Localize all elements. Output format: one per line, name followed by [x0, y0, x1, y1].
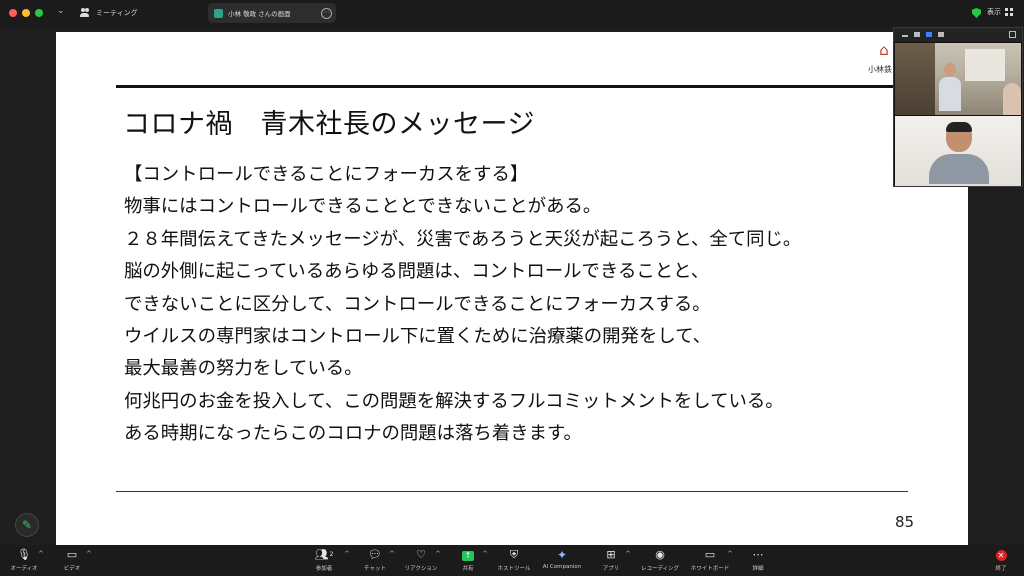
more-label: 詳細	[752, 566, 764, 572]
participants-label: 参加者	[315, 566, 333, 572]
chat-options-caret[interactable]: ^	[389, 550, 395, 558]
whiteboard-options-caret[interactable]: ^	[727, 550, 733, 558]
title-rule	[116, 85, 968, 88]
slide-line: 最大最善の努力をしている。	[124, 358, 363, 380]
logo-text: 小林鉄	[868, 65, 892, 74]
more-dots-icon: ⋯	[752, 548, 764, 561]
reactions-label: リアクション	[404, 566, 438, 572]
audio-label: オーディオ	[10, 566, 38, 572]
expand-panel-icon[interactable]	[1009, 31, 1016, 38]
audio-options-caret[interactable]: ^	[38, 550, 44, 558]
video-options-caret[interactable]: ^	[86, 550, 92, 558]
encryption-shield-icon[interactable]	[972, 8, 981, 18]
close-window-button[interactable]	[9, 9, 17, 17]
slide-body: 【コントロールできることにフォーカスをする】 物事にはコントロールできることとで…	[124, 159, 801, 451]
participant-video-tile[interactable]	[895, 116, 1021, 186]
share-arrow-icon: ↑	[462, 551, 474, 561]
participant-avatar	[939, 63, 961, 113]
more-button[interactable]: ⋯ 詳細	[736, 548, 780, 572]
meeting-toolbar: 🎙︎ オーディオ ^ ▭ ビデオ ^ 👥︎2 参加者 ^ 💬︎ チャット ^ ♡…	[0, 545, 1024, 576]
video-label: ビデオ	[63, 566, 81, 572]
more-options-icon[interactable]: ⋯	[321, 8, 332, 19]
view-label: 表示	[987, 8, 1001, 16]
slide-title: コロナ禍 青木社長のメッセージ	[123, 109, 535, 140]
participants-options-caret[interactable]: ^	[344, 550, 350, 558]
shared-screen-tab-label: 小林 敬政 さんの画面	[228, 10, 291, 18]
participant-avatar	[929, 122, 989, 186]
thumbnail-view-icon[interactable]	[914, 32, 920, 37]
shared-screen-tab[interactable]: 小林 敬政 さんの画面 ⋯	[208, 3, 336, 23]
whiteboard-icon: ▭	[704, 548, 716, 561]
logo-mark-icon: ⌂	[879, 41, 889, 59]
slide-line: ２８年間伝えてきたメッセージが、災害であろうと天災が起ころうと、全て同じ。	[124, 228, 802, 250]
footer-rule	[116, 491, 908, 492]
apps-label: アプリ	[602, 566, 620, 572]
screen-share-icon	[214, 8, 223, 18]
participants-icon: 👥︎2	[314, 548, 334, 561]
shared-slide: ⌂ 小林鉄 コロナ禍 青木社長のメッセージ 【コントロールできることにフォーカス…	[56, 32, 968, 545]
minimize-panel-icon[interactable]	[902, 35, 908, 37]
reactions-options-caret[interactable]: ^	[435, 550, 441, 558]
sparkle-icon: ✦	[556, 548, 568, 562]
recording-label: レコーディング	[640, 566, 680, 572]
whiteboard-label: ホワイトボード	[690, 566, 730, 572]
grid-view-icon	[1005, 8, 1013, 16]
slide-line: 脳の外側に起こっているあらゆる問題は、コントロールできることと、	[124, 261, 710, 283]
slide-line: 物事にはコントロールできることとできないことがある。	[124, 196, 602, 218]
view-button[interactable]: 表示	[987, 7, 1013, 17]
speaker-view-icon[interactable]	[926, 32, 932, 37]
whiteboard-button[interactable]: ▭ ホワイトボード	[688, 548, 732, 572]
ai-companion-button[interactable]: ✦ AI Companion	[538, 548, 586, 570]
participants-button[interactable]: 👥︎2 参加者	[302, 548, 346, 572]
chat-label: チャット	[364, 566, 386, 572]
slide-line: 何兆円のお金を投入して、この問題を解決するフルコミットメントをしている。	[124, 390, 784, 412]
end-meeting-button[interactable]: ✕ 終了	[979, 548, 1023, 572]
recording-button[interactable]: ◉ レコーディング	[638, 548, 682, 572]
annotate-pencil-icon[interactable]: ✎	[15, 513, 39, 537]
participants-icon	[80, 8, 90, 18]
host-tools-label: ホストツール	[497, 566, 531, 572]
participants-count: 2	[329, 551, 334, 558]
gallery-view-icon[interactable]	[938, 32, 944, 37]
end-label: 終了	[995, 566, 1007, 572]
slide-line: できないことに区分して、コントロールできることにフォーカスする。	[124, 293, 711, 315]
share-label: 共有	[462, 566, 474, 572]
slide-line: ウイルスの専門家はコントロール下に置くために治療薬の開発をして、	[124, 326, 712, 348]
share-options-caret[interactable]: ^	[482, 550, 488, 558]
meeting-tab-label: ミーティング	[96, 9, 138, 17]
apps-options-caret[interactable]: ^	[625, 550, 631, 558]
window-top-bar: ⌄ ミーティング 小林 敬政 さんの画面 ⋯ 表示	[0, 0, 1024, 26]
minimize-window-button[interactable]	[22, 9, 30, 17]
maximize-window-button[interactable]	[35, 9, 43, 17]
page-number: 85	[895, 513, 915, 531]
participant-video-tile[interactable]	[895, 43, 1021, 115]
shield-icon: ⛨	[509, 548, 519, 561]
host-tools-button[interactable]: ⛨ ホストツール	[492, 548, 536, 572]
video-panel[interactable]	[893, 27, 1023, 187]
end-call-icon: ✕	[995, 550, 1007, 561]
slide-line: 【コントロールできることにフォーカスをする】	[124, 164, 529, 185]
meeting-tab[interactable]: ミーティング	[80, 5, 138, 21]
video-panel-toolbar	[894, 28, 1022, 42]
ai-companion-label: AI Companion	[542, 564, 582, 570]
record-icon: ◉	[655, 548, 665, 561]
slide-line: ある時期になったらこのコロナの問題は落ち着きます。	[124, 423, 582, 445]
chevron-down-icon[interactable]: ⌄	[57, 6, 65, 16]
